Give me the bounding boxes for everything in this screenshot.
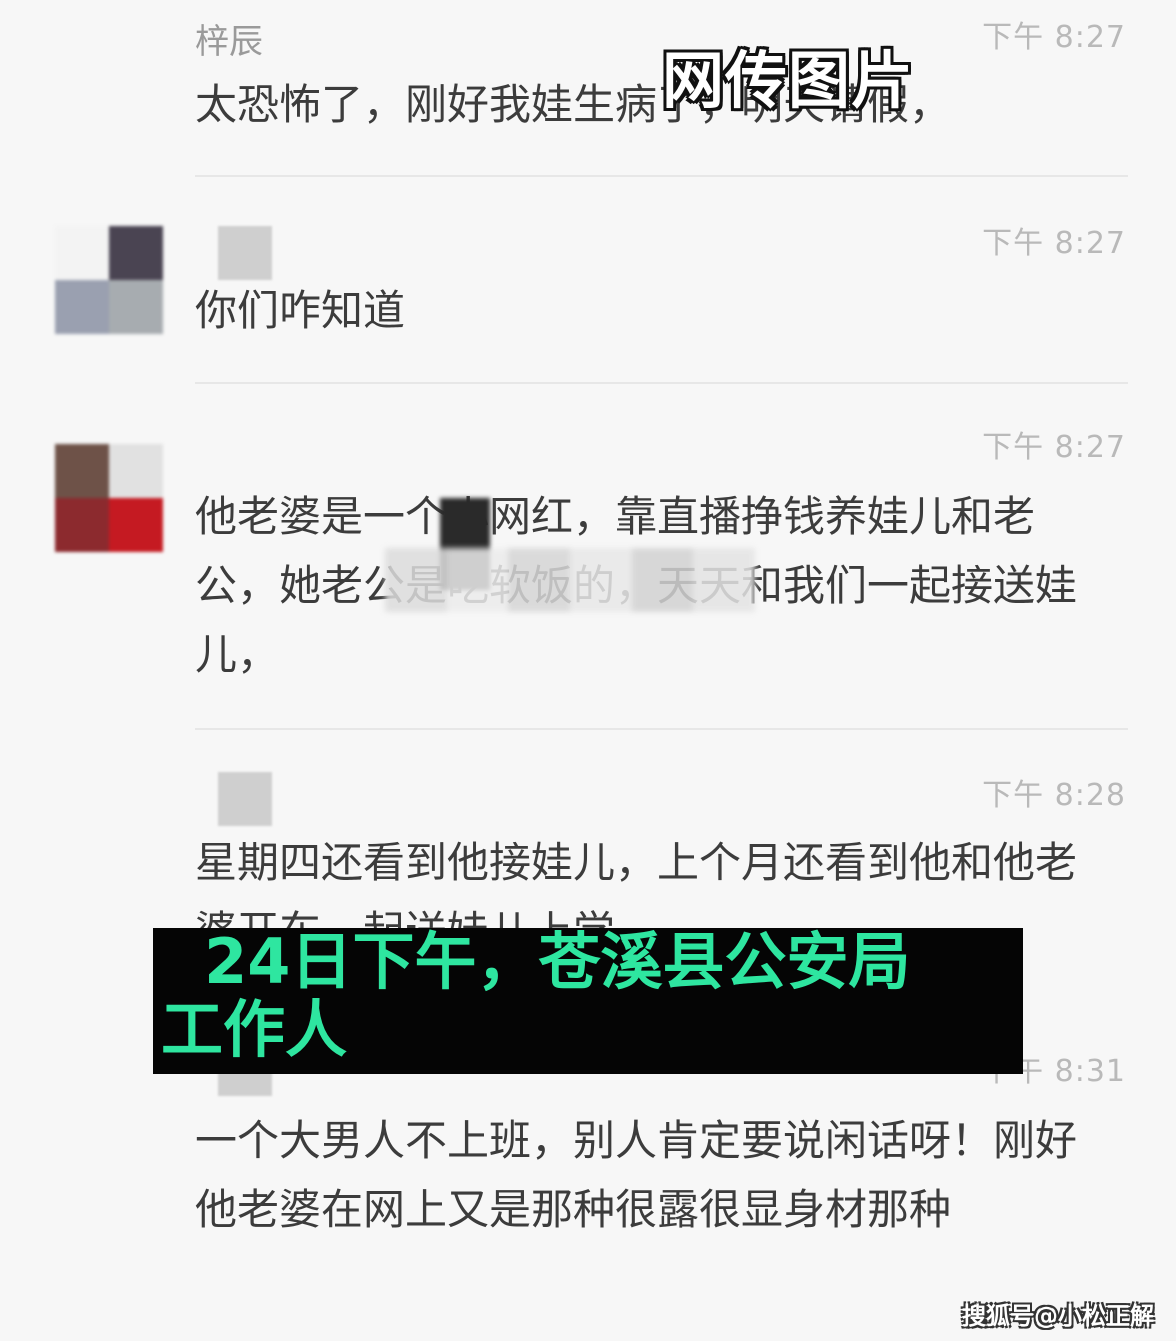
- message-time: 下午 8:27: [982, 20, 1126, 55]
- video-caption: 24日下午，苍溪县公安局 工作人: [161, 925, 911, 1066]
- message-time: 下午 8:27: [982, 430, 1126, 465]
- chat-screenshot: 梓辰 下午 8:27 太恐怖了，刚好我娃生病了，明天请假， 下午 8:27 你们…: [0, 0, 1176, 1341]
- message-text: 你们咋知道: [195, 286, 406, 335]
- avatar-blurred: [55, 444, 163, 552]
- overlay-tag: 网传图片: [662, 44, 915, 117]
- message-text: 太恐怖了，刚好我娃生病了，明天请假，: [195, 80, 952, 129]
- message-text: 一个大男人不上班，别人肯定要说闲话呀！刚好他老婆在网上又是那种很露很显身材那种: [195, 1116, 1078, 1234]
- message-time: 下午 8:28: [982, 778, 1126, 813]
- message-divider: [195, 175, 1128, 177]
- watermark: 搜狐号@小松正解: [962, 1302, 1154, 1330]
- message-divider: [195, 728, 1128, 730]
- avatar-blurred: [55, 226, 163, 334]
- video-caption-box: 24日下午，苍溪县公安局 工作人: [153, 928, 1023, 1074]
- message-divider: [195, 382, 1128, 384]
- sender-name-blurred: [218, 226, 272, 280]
- message-sender: 梓辰: [195, 22, 263, 62]
- sender-name-blurred: [218, 772, 272, 826]
- message-time: 下午 8:27: [982, 226, 1126, 261]
- censor-mosaic: [385, 548, 756, 612]
